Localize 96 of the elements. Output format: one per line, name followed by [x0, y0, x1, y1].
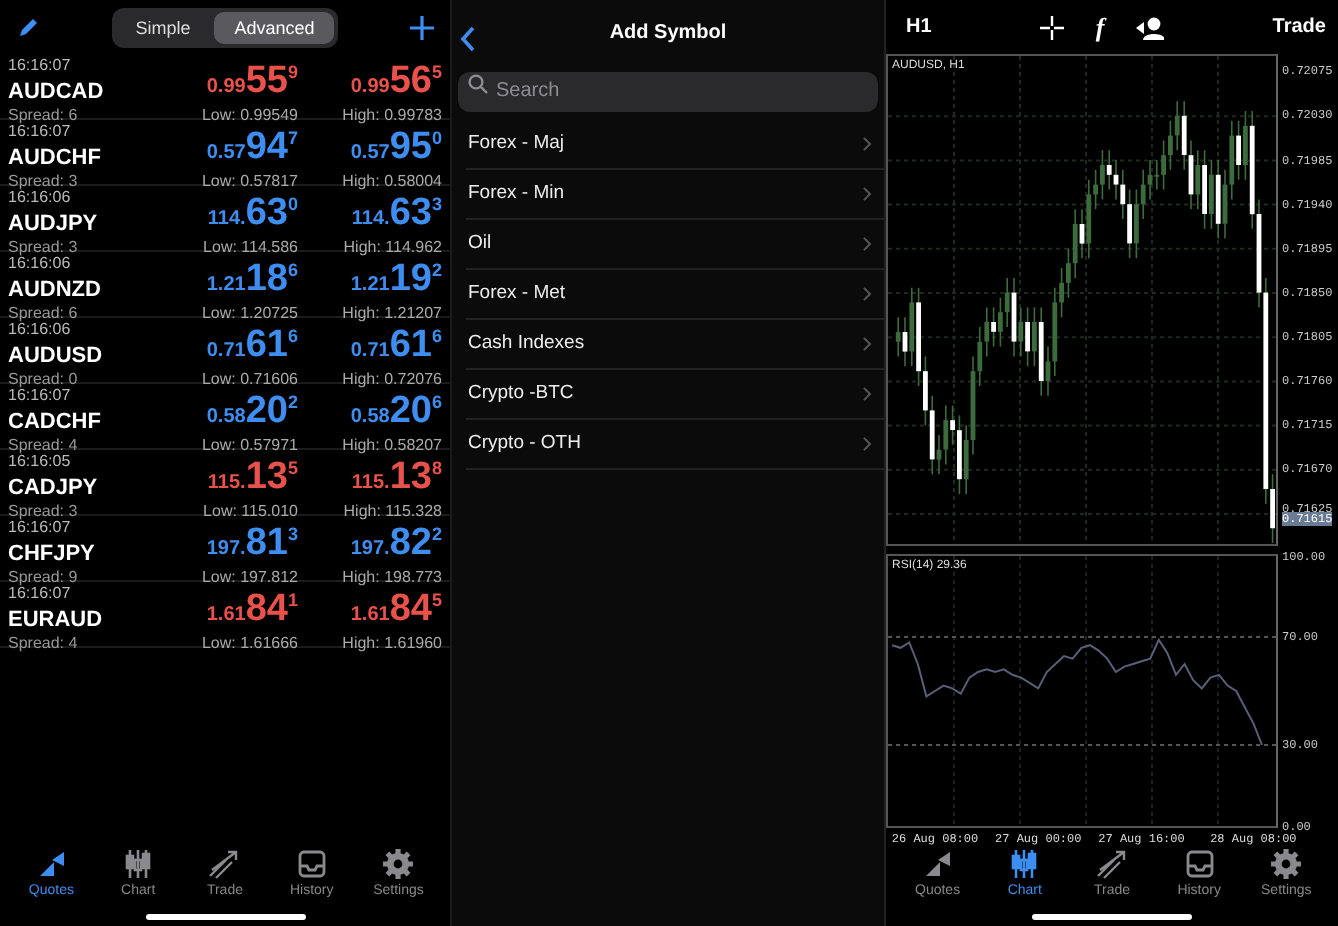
symbol-name: AUDNZD — [8, 277, 103, 301]
quote-time: 16:16:07 — [8, 584, 73, 604]
spread-text: Spread: 9 — [8, 568, 80, 586]
price: 0.9956$^{5}$ — [350, 58, 442, 106]
low-text: Low: 197.812 — [201, 568, 298, 588]
price: 0.9955$^{9}$ — [206, 58, 298, 106]
price: 197.82$^{2}$ — [350, 520, 442, 568]
quote-time: 16:16:07 — [8, 56, 73, 76]
symbol-name: CHFJPY — [8, 541, 97, 565]
spread-text: Spread: 3 — [8, 238, 80, 256]
chevron-icon — [862, 236, 872, 252]
symbol-group-item[interactable]: Oil — [466, 220, 884, 270]
inbox-icon — [295, 847, 328, 879]
low-text: Low: 114.586 — [203, 238, 298, 258]
edit-icon[interactable] — [16, 15, 40, 39]
low-text: Low: 1.61666 — [201, 634, 298, 654]
screen-title: Add Symbol — [609, 19, 727, 47]
inbox-icon — [1183, 847, 1216, 879]
low-text: Low: 0.57971 — [201, 436, 298, 456]
symbol-group-item[interactable]: Cash Indexes — [466, 320, 884, 370]
price: 1.6184$^{1}$ — [206, 586, 298, 634]
spread-text: Spread: 3 — [8, 172, 80, 190]
low-text: Low: 0.71606 — [201, 370, 298, 390]
low-text: Low: 0.57817 — [201, 172, 298, 192]
spread-text: Spread: 3 — [8, 502, 80, 520]
indicator-button[interactable]: f — [1095, 7, 1105, 47]
price: 115.13$^{5}$ — [207, 454, 298, 502]
price: 0.5795$^{0}$ — [350, 124, 442, 172]
candlestick-icon — [1008, 847, 1041, 879]
symbol-name: AUDJPY — [8, 211, 100, 235]
quote-time: 16:16:07 — [8, 386, 73, 406]
high-text: High: 114.962 — [343, 238, 442, 258]
symbol-name: AUDCHF — [8, 145, 103, 169]
high-text: High: 0.58207 — [342, 436, 442, 456]
chevron-icon — [862, 436, 872, 452]
quote-time: 16:16:06 — [8, 320, 73, 340]
candlestick-icon — [122, 847, 155, 879]
price: 0.7161$^{6}$ — [206, 322, 298, 370]
trend-arrow-icon — [208, 847, 241, 879]
gear-icon — [382, 847, 415, 879]
spread-text: Spread: 6 — [8, 106, 80, 124]
quote-time: 16:16:06 — [8, 254, 73, 274]
symbol-name: CADCHF — [8, 409, 103, 433]
spread-text: Spread: 6 — [8, 304, 80, 322]
symbol-group-item[interactable]: Crypto -BTC — [466, 370, 884, 420]
symbol-name: CADJPY — [8, 475, 100, 499]
quote-time: 16:16:07 — [8, 518, 73, 538]
low-text: Low: 0.99549 — [201, 106, 298, 126]
price: 1.2119$^{2}$ — [350, 256, 442, 304]
chevron-icon — [862, 386, 872, 402]
add-icon[interactable] — [409, 15, 434, 39]
gear-icon — [1270, 847, 1303, 879]
trend-arrow-icon — [1095, 847, 1128, 879]
segment-button[interactable]: Simple — [115, 11, 211, 43]
crosshair-icon[interactable] — [1039, 15, 1064, 39]
price: 1.2118$^{6}$ — [206, 256, 298, 304]
symbol-name: AUDUSD — [8, 343, 105, 367]
segment-button[interactable]: Advanced — [214, 11, 335, 43]
chevron-icon — [862, 286, 872, 302]
spread-text: Spread: 4 — [8, 436, 80, 454]
symbol-group-item[interactable]: Forex - Maj — [466, 120, 884, 170]
high-text: High: 1.21207 — [342, 304, 442, 324]
spread-text: Spread: 0 — [8, 370, 80, 388]
symbol-name: AUDCAD — [8, 79, 106, 103]
high-text: High: 1.61960 — [342, 634, 442, 654]
high-text: High: 0.72076 — [342, 370, 442, 390]
symbol-group-item[interactable]: Crypto - OTH — [466, 420, 884, 470]
price: 0.7161$^{6}$ — [350, 322, 442, 370]
quote-time: 16:16:06 — [8, 188, 73, 208]
symbol-group-item[interactable]: Forex - Met — [466, 270, 884, 320]
quote-time: 16:16:05 — [8, 452, 73, 472]
price: 114.63$^{0}$ — [207, 190, 298, 238]
low-text: Low: 1.20725 — [201, 304, 298, 324]
chevron-icon — [862, 336, 872, 352]
chevron-icon — [862, 136, 872, 152]
low-text: Low: 115.010 — [203, 502, 298, 522]
price: 0.5794$^{7}$ — [206, 124, 298, 172]
price: 115.13$^{8}$ — [351, 454, 442, 502]
trade-button[interactable]: Trade — [1272, 12, 1326, 42]
price: 0.5820$^{6}$ — [350, 388, 442, 436]
price: 197.81$^{3}$ — [206, 520, 298, 568]
high-text: High: 0.99783 — [342, 106, 442, 126]
chevron-icon — [862, 186, 872, 202]
symbol-group-item[interactable]: Forex - Min — [466, 170, 884, 220]
price: 1.6184$^{5}$ — [350, 586, 442, 634]
high-text: High: 198.773 — [342, 568, 442, 588]
high-text: High: 0.58004 — [342, 172, 442, 192]
spread-text: Spread: 4 — [8, 634, 80, 654]
timeframe-label[interactable]: H1 — [906, 12, 932, 42]
price: 114.63$^{3}$ — [351, 190, 442, 238]
price: 0.5820$^{2}$ — [206, 388, 298, 436]
symbol-name: EURAUD — [8, 607, 105, 631]
search-icon — [468, 74, 488, 94]
quote-time: 16:16:07 — [8, 122, 73, 142]
search-field[interactable]: Search — [458, 71, 878, 111]
high-text: High: 115.328 — [343, 502, 442, 522]
